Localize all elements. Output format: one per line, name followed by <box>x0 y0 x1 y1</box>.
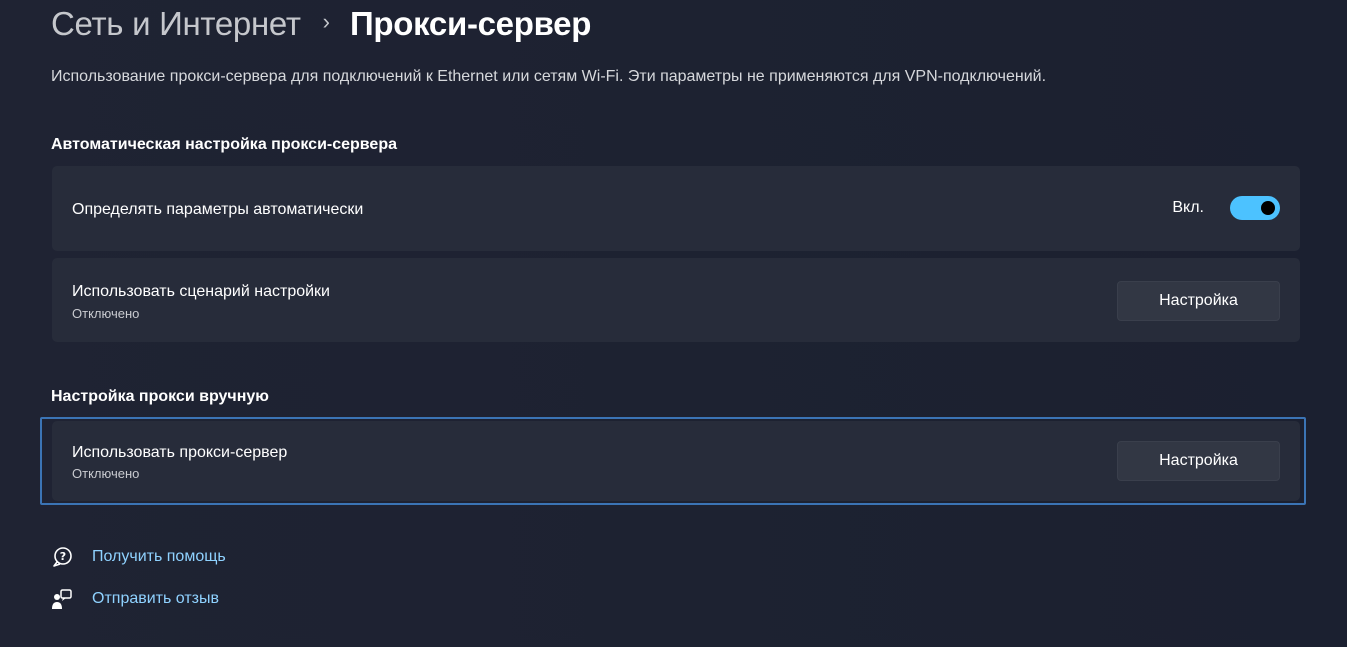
setup-script-label: Использовать сценарий настройки <box>72 283 330 300</box>
manual-section-title: Настройка прокси вручную <box>51 388 269 405</box>
help-link-row[interactable]: ? Получить помощь <box>51 546 226 568</box>
feedback-link-row[interactable]: Отправить отзыв <box>51 588 219 610</box>
auto-detect-label: Определять параметры автоматически <box>72 201 364 218</box>
setup-script-card: Использовать сценарий настройки Отключен… <box>52 258 1300 342</box>
breadcrumb: Сеть и Интернет › Прокси-сервер <box>51 0 591 48</box>
help-chat-icon: ? <box>51 546 73 568</box>
auto-detect-toggle[interactable] <box>1230 196 1280 220</box>
feedback-link[interactable]: Отправить отзыв <box>92 590 219 608</box>
settings-page: Сеть и Интернет › Прокси-сервер Использо… <box>0 0 1347 647</box>
breadcrumb-chevron-icon: › <box>322 9 330 34</box>
feedback-icon <box>51 588 73 610</box>
page-title: Прокси-сервер <box>349 5 592 42</box>
auto-detect-toggle-group: Вкл. <box>1172 196 1280 220</box>
toggle-knob <box>1261 201 1275 215</box>
focus-ring <box>40 417 1306 505</box>
toggle-state-label: Вкл. <box>1172 199 1204 216</box>
setup-script-settings-button[interactable]: Настройка <box>1117 281 1280 321</box>
setup-script-status: Отключено <box>72 306 140 321</box>
auto-detect-card: Определять параметры автоматически Вкл. <box>52 166 1300 251</box>
svg-text:?: ? <box>60 550 66 563</box>
help-link[interactable]: Получить помощь <box>92 548 226 566</box>
page-description: Использование прокси-сервера для подключ… <box>51 68 1047 85</box>
breadcrumb-parent-link[interactable]: Сеть и Интернет <box>51 5 301 43</box>
auto-section-title: Автоматическая настройка прокси-сервера <box>51 136 397 153</box>
